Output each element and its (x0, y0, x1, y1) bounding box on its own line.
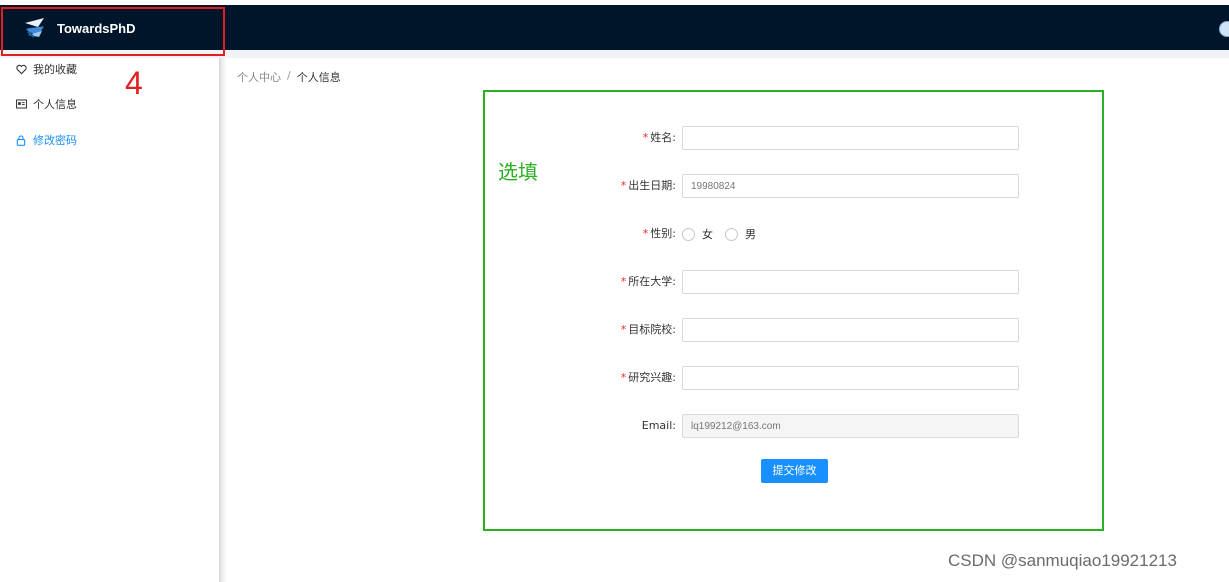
sidebar-item-favorites[interactable]: 我的收藏 (15, 59, 77, 79)
form-row-name: * 姓名: (560, 126, 1020, 150)
submit-button[interactable]: 提交修改 (761, 459, 828, 483)
heart-icon (15, 63, 27, 75)
breadcrumb: 个人中心 / 个人信息 (237, 69, 341, 85)
sidebar-item-label: 个人信息 (33, 98, 77, 111)
lock-icon (15, 134, 27, 146)
name-label: * 姓名: (642, 131, 676, 144)
sidebar-item-change-password[interactable]: 修改密码 (15, 130, 77, 150)
required-mark: * (620, 323, 627, 336)
university-input[interactable] (682, 270, 1019, 294)
university-label: * 所在大学: (620, 275, 676, 288)
email-label: Email: (641, 419, 676, 432)
gender-radio-group: 女 男 (682, 222, 768, 246)
gender-female-radio[interactable] (682, 227, 695, 241)
gender-label: * 性别: (642, 227, 676, 240)
form-row-target-school: * 目标院校: (560, 318, 1020, 342)
target-school-label: * 目标院校: (620, 323, 676, 336)
annotation-number: 4 (125, 65, 143, 101)
breadcrumb-separator: / (287, 69, 291, 82)
sidebar-item-label: 我的收藏 (33, 63, 77, 76)
birthdate-input[interactable] (682, 174, 1019, 198)
name-input[interactable] (682, 126, 1019, 150)
gender-male-radio[interactable] (725, 227, 738, 241)
annotation-red-box (1, 7, 225, 56)
required-mark: * (620, 371, 627, 384)
research-interest-input[interactable] (682, 366, 1019, 390)
form-row-email: Email: (560, 414, 1020, 438)
gender-male-label[interactable]: 男 (745, 226, 756, 242)
breadcrumb-root[interactable]: 个人中心 (237, 69, 281, 85)
user-avatar-icon[interactable] (1219, 21, 1229, 37)
sidebar-item-profile[interactable]: 个人信息 (15, 94, 77, 114)
required-mark: * (642, 227, 649, 240)
form-row-research-interest: * 研究兴趣: (560, 366, 1020, 390)
breadcrumb-current: 个人信息 (296, 71, 341, 84)
sidebar: 我的收藏 个人信息 修改密码 (0, 58, 220, 582)
required-mark: * (642, 131, 649, 144)
sidebar-item-label: 修改密码 (33, 134, 77, 147)
required-mark: * (620, 179, 627, 192)
form-row-birthdate: * 出生日期: (560, 174, 1020, 198)
annotation-optional-label: 选填 (498, 160, 538, 184)
required-mark: * (620, 275, 627, 288)
target-school-input[interactable] (682, 318, 1019, 342)
form-row-university: * 所在大学: (560, 270, 1020, 294)
birthdate-label: * 出生日期: (620, 179, 676, 192)
research-interest-label: * 研究兴趣: (620, 371, 676, 384)
gender-female-label[interactable]: 女 (702, 226, 713, 242)
id-card-icon (15, 98, 27, 110)
email-input (682, 414, 1019, 438)
form-row-gender: * 性别: 女 男 (560, 222, 1020, 246)
sidebar-border (219, 58, 226, 582)
csdn-watermark: CSDN @sanmuqiao19921213 (948, 551, 1177, 570)
